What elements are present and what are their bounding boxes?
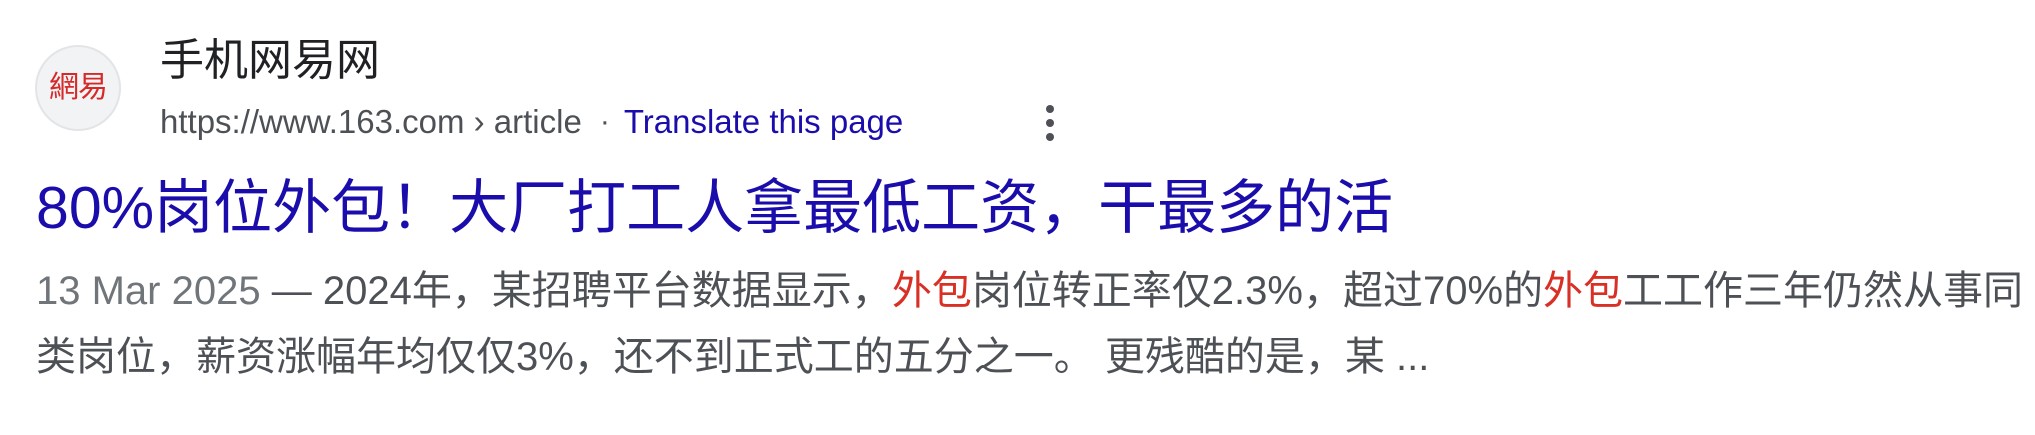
more-vert-icon[interactable] (1036, 100, 1064, 146)
site-name[interactable]: 手机网易网 (160, 33, 380, 89)
more-dot (1046, 119, 1054, 127)
more-dot (1046, 105, 1054, 113)
snippet-text: 岗位转正率仅2.3%，超过70%的 (971, 269, 1544, 313)
result-title-link[interactable]: 80%岗位外包！大厂打工人拿最低工资，干最多的活 (36, 170, 1393, 246)
search-result: 網易 手机网易网 https://www.163.com › article ·… (0, 0, 2035, 435)
netease-logo-icon[interactable]: 網易 (35, 45, 121, 131)
more-dot (1046, 133, 1054, 141)
snippet-dash: — (260, 269, 323, 313)
translate-link[interactable]: Translate this page (624, 100, 903, 144)
snippet-text: 2024年，某招聘平台数据显示， (322, 269, 892, 313)
snippet-highlight: 外包 (891, 269, 972, 313)
result-snippet: 13 Mar 2025 — 2024年，某招聘平台数据显示，外包岗位转正率仅2.… (36, 258, 2026, 390)
separator-dot: · (599, 105, 610, 138)
snippet-date: 13 Mar 2025 (36, 269, 261, 313)
url-breadcrumb[interactable]: https://www.163.com › article (160, 100, 582, 144)
favicon-text: 網易 (49, 70, 108, 105)
url-breadcrumb-row: https://www.163.com › article · Translat… (160, 100, 903, 144)
snippet-highlight: 外包 (1543, 269, 1624, 313)
